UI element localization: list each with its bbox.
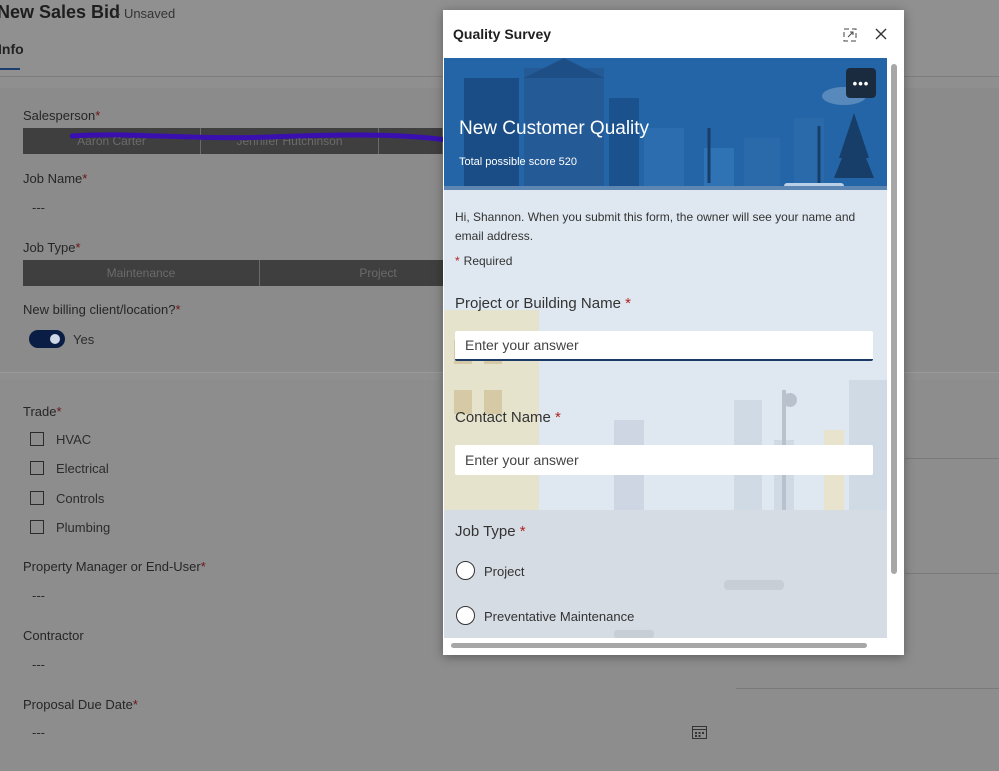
job-name-value[interactable]: ---: [32, 200, 45, 215]
dialog-title: Quality Survey: [453, 26, 552, 42]
survey-form: New Customer Quality Total possible scor…: [444, 58, 887, 638]
tab-info[interactable]: Info: [0, 41, 24, 57]
banner-title: New Customer Quality: [459, 118, 650, 139]
contractor-label: Contractor: [23, 628, 84, 643]
due-date-label: Proposal Due Date*: [23, 697, 138, 712]
required-note: * Required: [455, 254, 513, 268]
banner-subtitle: Total possible score 520: [459, 156, 578, 168]
divider: [905, 458, 999, 459]
close-icon[interactable]: [873, 26, 889, 42]
survey-intro: Hi, Shannon. When you submit this form, …: [455, 210, 856, 243]
calendar-icon[interactable]: [692, 725, 707, 739]
job-type-option-maintenance-label: Preventative Maintenance: [484, 609, 635, 624]
divider: [736, 688, 999, 689]
trade-label: Trade*: [23, 404, 62, 419]
trade-option-plumbing: Plumbing: [56, 520, 111, 535]
salesperson-label: Salesperson*: [23, 108, 101, 123]
billing-label: New billing client/location?*: [23, 302, 181, 317]
trade-checkbox-plumbing[interactable]: [30, 520, 44, 534]
due-date-value[interactable]: ---: [32, 725, 45, 740]
job-type-radio-maintenance[interactable]: [456, 606, 475, 625]
more-options-icon[interactable]: •••: [846, 68, 876, 98]
contractor-value[interactable]: ---: [32, 657, 45, 672]
tab-active-indicator: [0, 68, 20, 70]
horizontal-scrollbar[interactable]: [451, 643, 867, 648]
vertical-scrollbar[interactable]: [891, 64, 897, 574]
toggle-knob: [50, 334, 60, 344]
quality-survey-dialog: Quality Survey New Customer Quality Tota…: [443, 10, 904, 655]
survey-banner: New Customer Quality Total possible scor…: [444, 58, 887, 190]
trade-checkbox-hvac[interactable]: [30, 432, 44, 446]
question-project-name: Project or Building Name *: [455, 295, 631, 312]
record-status: - Unsaved: [116, 6, 176, 21]
question-contact-name: Contact Name *: [455, 409, 561, 426]
expand-icon[interactable]: [843, 28, 857, 42]
billing-toggle[interactable]: [29, 330, 65, 348]
billing-value: Yes: [73, 332, 95, 347]
job-type-option-maintenance[interactable]: Maintenance: [23, 260, 260, 286]
pm-label: Property Manager or End-User*: [23, 559, 206, 574]
job-type-radio-project[interactable]: [456, 561, 475, 580]
pm-value[interactable]: ---: [32, 588, 45, 603]
record-title: New Sales Bid: [0, 2, 121, 22]
trade-option-controls: Controls: [56, 491, 105, 506]
contact-name-input[interactable]: [455, 445, 873, 475]
job-type-option-project-label: Project: [484, 564, 525, 579]
trade-checkbox-controls[interactable]: [30, 491, 44, 505]
project-name-input[interactable]: [455, 331, 873, 361]
job-type-label: Job Type*: [23, 240, 81, 255]
trade-option-electrical: Electrical: [56, 461, 109, 476]
trade-option-hvac: HVAC: [56, 432, 92, 447]
redaction-scribble: [70, 132, 450, 143]
divider: [905, 573, 999, 574]
job-name-label: Job Name*: [23, 171, 88, 186]
question-job-type: Job Type *: [455, 523, 526, 540]
trade-checkbox-electrical[interactable]: [30, 461, 44, 475]
